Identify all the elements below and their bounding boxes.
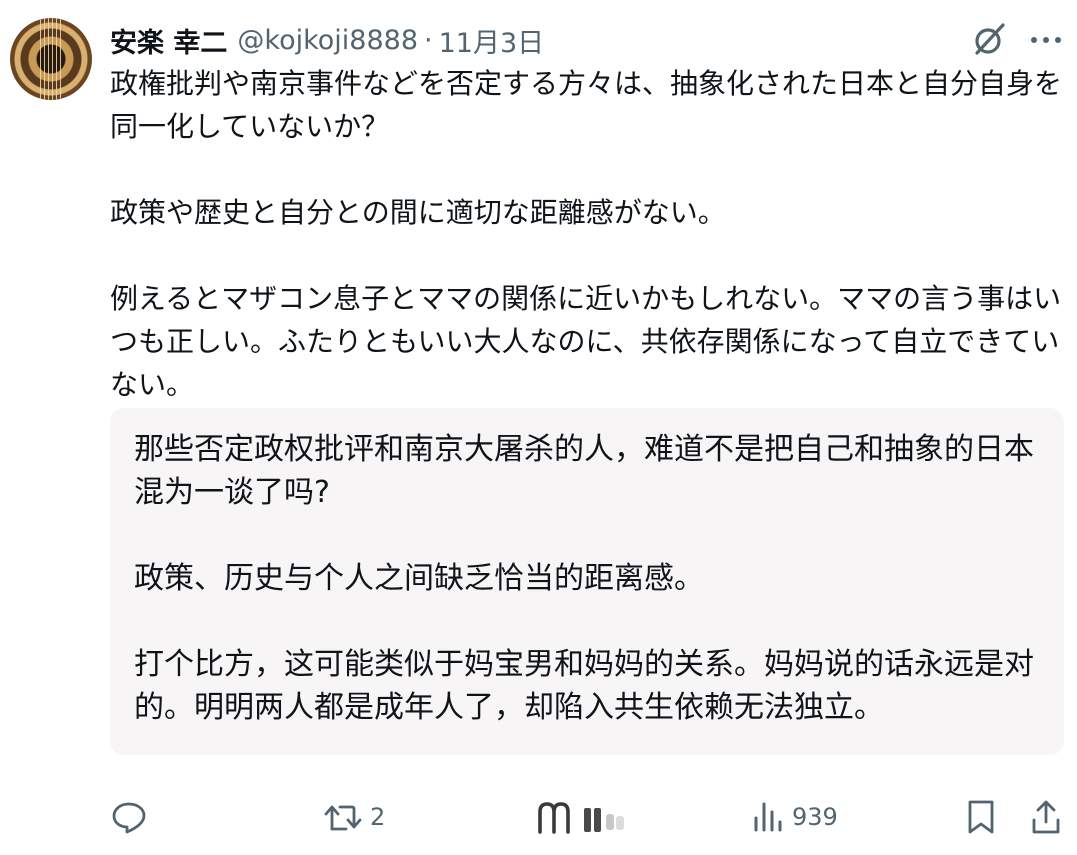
separator-dot: · <box>424 24 433 56</box>
reply-button[interactable] <box>110 795 148 839</box>
bookmark-button[interactable] <box>966 795 996 839</box>
more-icon[interactable] <box>1028 22 1064 56</box>
tweet-date[interactable]: 11月3日 <box>439 21 545 60</box>
tweet: 安楽 幸二 @kojkoji8888 · 11月3日 政権批判や南京事件などを否… <box>0 0 1077 855</box>
body-paragraph: 例えるとマザコン息子とママの関係に近いかもしれない。ママの言う事はいつも正しい。… <box>110 282 1062 401</box>
author-name[interactable]: 安楽 幸二 <box>110 21 227 60</box>
retweet-count: 2 <box>370 803 386 831</box>
body-paragraph: 政策や歴史と自分との間に適切な距離感がない。 <box>110 196 726 229</box>
tweet-body: 政権批判や南京事件などを否定する方々は、抽象化された日本と自分自身を同一化してい… <box>110 62 1070 406</box>
reply-icon <box>112 802 146 834</box>
translation-paragraph: 那些否定政权批评和南京大屠杀的人，难道不是把自己和抽象的日本混为一谈了吗? <box>134 432 1034 510</box>
author-handle[interactable]: @kojkoji8888 <box>237 25 418 56</box>
retweet-button[interactable]: 2 <box>322 795 385 839</box>
translation-paragraph: 政策、历史与个人之间缺乏恰当的距离感。 <box>134 561 704 596</box>
share-button[interactable] <box>1030 795 1062 839</box>
bookmark-icon <box>968 800 994 834</box>
grok-icon[interactable] <box>972 22 1006 56</box>
share-icon <box>1032 800 1060 834</box>
translation-box: 那些否定政权批评和南京大屠杀的人，难道不是把自己和抽象的日本混为一谈了吗? 政策… <box>110 408 1064 755</box>
views-icon <box>754 802 782 832</box>
tweet-header: 安楽 幸二 @kojkoji8888 · 11月3日 <box>110 20 544 60</box>
weibo-watermark-icon <box>536 798 636 838</box>
views-button[interactable]: 939 <box>752 795 838 839</box>
translation-paragraph: 打个比方，这可能类似于妈宝男和妈妈的关系。妈妈说的话永远是对的。明明两人都是成年… <box>134 647 1034 725</box>
avatar[interactable] <box>10 18 92 100</box>
views-count: 939 <box>792 803 838 831</box>
guitar-strings-decoration <box>40 18 62 100</box>
body-paragraph: 政権批判や南京事件などを否定する方々は、抽象化された日本と自分自身を同一化してい… <box>110 67 1063 143</box>
retweet-icon <box>324 805 362 831</box>
